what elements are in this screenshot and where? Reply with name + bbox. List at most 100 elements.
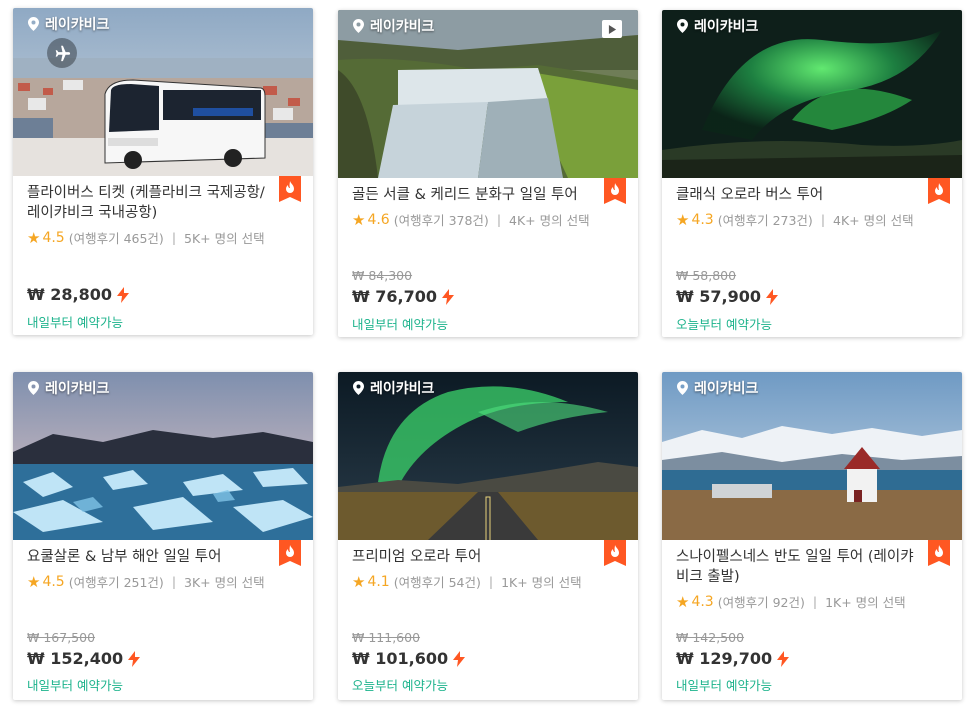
original-price: ₩ 84,300	[352, 268, 413, 283]
product-image[interactable]: 레이캬비크	[338, 372, 638, 540]
rating-score: 4.5	[42, 229, 65, 246]
location-label: 레이캬비크	[28, 14, 109, 34]
location-text: 레이캬비크	[694, 381, 759, 397]
availability-text: 내일부터 예약가능	[27, 315, 123, 330]
location-pin-icon	[353, 19, 364, 33]
price-value: ₩ 76,700	[352, 287, 437, 306]
product-image[interactable]: 레이캬비크	[662, 10, 962, 178]
instant-confirm-icon	[116, 286, 129, 303]
location-pin-icon	[677, 381, 688, 395]
location-text: 레이캬비크	[45, 381, 110, 397]
product-card[interactable]: 레이캬비크 골든 서클 & 케리드 분화구 일일 투어 ★ 4.6 (여행후기 …	[338, 10, 638, 337]
rating-score: 4.5	[42, 573, 65, 590]
review-count: (여행후기 54건)	[393, 575, 481, 590]
product-card[interactable]: 레이캬비크 플라이버스 티켓 (케플라비크 국제공항/레이캬비크 국내공항) ★…	[13, 8, 313, 335]
price: ₩ 28,800	[27, 285, 129, 304]
location-text: 레이캬비크	[370, 381, 435, 397]
original-price: ₩ 142,500	[676, 630, 745, 645]
star-icon: ★	[27, 572, 41, 591]
rating-score: 4.6	[367, 211, 390, 228]
location-pin-icon	[28, 381, 39, 395]
price-value: ₩ 57,900	[676, 287, 761, 306]
location-label: 레이캬비크	[353, 16, 434, 36]
price: ₩ 101,600	[352, 649, 466, 668]
rating-line: ★ 4.3 (여행후기 273건) | 4K+ 명의 선택	[676, 210, 948, 229]
instant-confirm-icon	[441, 288, 454, 305]
product-card[interactable]: 레이캬비크 클래식 오로라 버스 투어 ★ 4.3 (여행후기 273건) | …	[662, 10, 962, 337]
location-label: 레이캬비크	[677, 378, 758, 398]
divider: |	[488, 574, 494, 589]
star-icon: ★	[676, 592, 690, 611]
booking-count: 4K+ 명의 선택	[833, 213, 914, 228]
price: ₩ 129,700	[676, 649, 790, 668]
product-title[interactable]: 프리미엄 오로라 투어	[352, 547, 600, 567]
booking-count: 1K+ 명의 선택	[501, 575, 582, 590]
rating-score: 4.1	[367, 573, 390, 590]
divider: |	[812, 594, 818, 609]
availability-text: 내일부터 예약가능	[27, 678, 123, 693]
rating-line: ★ 4.3 (여행후기 92건) | 1K+ 명의 선택	[676, 592, 948, 611]
instant-confirm-icon	[765, 288, 778, 305]
product-image[interactable]: 레이캬비크	[662, 372, 962, 540]
divider: |	[496, 212, 502, 227]
video-play-icon[interactable]	[602, 20, 622, 38]
instant-confirm-icon	[453, 650, 466, 667]
availability-text: 오늘부터 예약가능	[676, 317, 772, 332]
review-count: (여행후기 92건)	[717, 595, 805, 610]
product-card[interactable]: 레이캬비크 프리미엄 오로라 투어 ★ 4.1 (여행후기 54건) | 1K+…	[338, 372, 638, 700]
divider: |	[171, 230, 177, 245]
booking-count: 4K+ 명의 선택	[509, 213, 590, 228]
booking-count: 5K+ 명의 선택	[184, 231, 265, 246]
location-text: 레이캬비크	[45, 17, 110, 33]
product-title[interactable]: 골든 서클 & 케리드 분화구 일일 투어	[352, 185, 600, 205]
original-price: ₩ 58,800	[676, 268, 737, 283]
original-price: ₩ 167,500	[27, 630, 96, 645]
price: ₩ 57,900	[676, 287, 778, 306]
price: ₩ 152,400	[27, 649, 141, 668]
product-image[interactable]: 레이캬비크	[13, 372, 313, 540]
availability-text: 내일부터 예약가능	[676, 678, 772, 693]
location-label: 레이캬비크	[353, 378, 434, 398]
location-text: 레이캬비크	[370, 19, 435, 35]
booking-count: 1K+ 명의 선택	[825, 595, 906, 610]
product-image[interactable]: 레이캬비크	[338, 10, 638, 178]
booking-count: 3K+ 명의 선택	[184, 575, 265, 590]
product-title[interactable]: 클래식 오로라 버스 투어	[676, 185, 924, 205]
price: ₩ 76,700	[352, 287, 454, 306]
instant-confirm-icon	[128, 650, 141, 667]
product-title[interactable]: 스나이펠스네스 반도 일일 투어 (레이캬비크 출발)	[676, 547, 924, 587]
availability-text: 오늘부터 예약가능	[352, 678, 448, 693]
product-card[interactable]: 레이캬비크 요쿨살론 & 남부 해안 일일 투어 ★ 4.5 (여행후기 251…	[13, 372, 313, 700]
availability-text: 내일부터 예약가능	[352, 317, 448, 332]
product-image[interactable]: 레이캬비크	[13, 8, 313, 176]
product-title[interactable]: 플라이버스 티켓 (케플라비크 국제공항/레이캬비크 국내공항)	[27, 183, 275, 223]
star-icon: ★	[352, 210, 366, 229]
location-text: 레이캬비크	[694, 19, 759, 35]
price-value: ₩ 101,600	[352, 649, 449, 668]
review-count: (여행후기 273건)	[717, 213, 813, 228]
location-label: 레이캬비크	[677, 16, 758, 36]
rating-line: ★ 4.6 (여행후기 378건) | 4K+ 명의 선택	[352, 210, 624, 229]
review-count: (여행후기 378건)	[393, 213, 489, 228]
location-label: 레이캬비크	[28, 378, 109, 398]
divider: |	[820, 212, 826, 227]
rating-line: ★ 4.1 (여행후기 54건) | 1K+ 명의 선택	[352, 572, 624, 591]
rating-score: 4.3	[691, 211, 714, 228]
instant-confirm-icon	[777, 650, 790, 667]
location-pin-icon	[28, 17, 39, 31]
star-icon: ★	[352, 572, 366, 591]
review-count: (여행후기 465건)	[68, 231, 164, 246]
rating-score: 4.3	[691, 593, 714, 610]
location-pin-icon	[677, 19, 688, 33]
star-icon: ★	[27, 228, 41, 247]
price-value: ₩ 28,800	[27, 285, 112, 304]
original-price: ₩ 111,600	[352, 630, 421, 645]
divider: |	[171, 574, 177, 589]
rating-line: ★ 4.5 (여행후기 465건) | 5K+ 명의 선택	[27, 228, 299, 247]
price-value: ₩ 152,400	[27, 649, 124, 668]
review-count: (여행후기 251건)	[68, 575, 164, 590]
product-card[interactable]: 레이캬비크 스나이펠스네스 반도 일일 투어 (레이캬비크 출발) ★ 4.3 …	[662, 372, 962, 700]
location-pin-icon	[353, 381, 364, 395]
product-title[interactable]: 요쿨살론 & 남부 해안 일일 투어	[27, 547, 275, 567]
rating-line: ★ 4.5 (여행후기 251건) | 3K+ 명의 선택	[27, 572, 299, 591]
